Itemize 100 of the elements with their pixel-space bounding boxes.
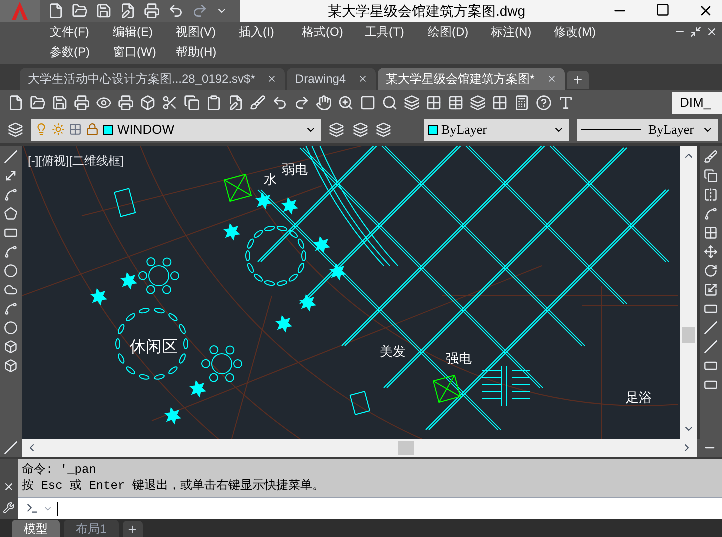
menu-item[interactable]: 工具(T) — [365, 23, 428, 41]
rectangle-icon[interactable] — [4, 226, 18, 240]
scale-icon[interactable] — [704, 283, 718, 297]
drawing-canvas[interactable]: [-][俯视][二维线框] 水 弱电 休闲区 美发 强电 足浴 — [22, 146, 680, 439]
copy-object-icon[interactable] — [704, 169, 718, 183]
array-icon[interactable] — [704, 226, 718, 240]
copy-icon[interactable] — [184, 95, 200, 111]
menu-item[interactable]: 编辑(E) — [113, 23, 176, 41]
wrench-icon[interactable] — [3, 502, 15, 514]
pan-hand-icon[interactable] — [316, 95, 332, 111]
document-tab[interactable]: Drawing4 — [287, 68, 376, 90]
undo-icon[interactable] — [272, 95, 288, 111]
lightbulb-icon — [35, 123, 48, 136]
plot-icon[interactable] — [118, 95, 134, 111]
save-as-icon[interactable] — [120, 3, 136, 19]
layout-tab[interactable]: 布局1 — [64, 520, 119, 537]
preview-icon[interactable] — [96, 95, 112, 111]
maximize-icon[interactable] — [656, 3, 670, 17]
match-properties-icon[interactable] — [250, 95, 266, 111]
lock-icon — [86, 123, 100, 136]
open-folder-icon[interactable] — [72, 3, 88, 19]
zoom-icon[interactable] — [338, 95, 354, 111]
line-icon[interactable] — [4, 150, 18, 164]
save-icon[interactable] — [52, 95, 68, 111]
cloud-icon[interactable] — [4, 283, 18, 297]
command-line: 命令: '_pan — [22, 462, 98, 478]
room-label: 弱电 — [282, 161, 308, 179]
layer-previous-icon[interactable] — [352, 122, 368, 138]
circle-icon[interactable] — [4, 264, 18, 278]
prompt-icon — [26, 502, 39, 515]
print-icon[interactable] — [74, 95, 90, 111]
horizontal-scrollbar[interactable] — [22, 439, 697, 457]
viewport-icon — [69, 123, 82, 136]
calculator-icon[interactable] — [514, 95, 530, 111]
menu-item[interactable]: 参数(P) — [50, 43, 113, 61]
menu-item[interactable]: 标注(N) — [491, 23, 554, 41]
viewport-label[interactable]: [-][俯视][二维线框] — [28, 152, 124, 170]
color-swatch-icon — [428, 124, 438, 134]
close-icon[interactable] — [358, 74, 368, 84]
room-label: 水 — [264, 171, 277, 189]
plus-icon — [572, 74, 584, 86]
undo-icon[interactable] — [168, 3, 184, 19]
room-label: 美发 — [380, 343, 406, 361]
linetype-dropdown[interactable]: ByLayer — [576, 118, 718, 140]
properties-icon[interactable] — [404, 95, 420, 111]
new-tab-button[interactable] — [566, 71, 589, 89]
open-folder-icon[interactable] — [30, 95, 46, 111]
scroll-thumb[interactable] — [398, 441, 414, 455]
scroll-thumb[interactable] — [682, 327, 695, 343]
room-label: 足浴 — [626, 389, 652, 407]
restore-icon[interactable] — [690, 26, 702, 38]
document-tab[interactable]: 大学生活动中心设计方案图...28_0192.sv$* — [20, 68, 286, 90]
document-tab[interactable]: 某大学星级会馆建筑方案图* — [378, 68, 565, 90]
move-icon[interactable] — [704, 245, 718, 259]
style-field[interactable]: DIM_ — [672, 92, 722, 114]
polygon-icon[interactable] — [4, 207, 18, 221]
menu-item[interactable]: 绘图(D) — [428, 23, 491, 41]
new-file-icon[interactable] — [48, 3, 64, 19]
redo-icon[interactable] — [294, 95, 310, 111]
plus-icon — [127, 524, 138, 534]
layer-stack-icon[interactable] — [329, 122, 345, 138]
menu-item[interactable]: 修改(M) — [554, 23, 617, 41]
color-swatch-icon — [103, 124, 114, 134]
layer-state-icon[interactable] — [376, 122, 392, 138]
rotate-icon[interactable] — [704, 264, 718, 278]
print-icon[interactable] — [144, 3, 160, 19]
tab-label: Drawing4 — [295, 71, 346, 88]
menu-item[interactable]: 帮助(H) — [176, 43, 239, 61]
vertical-scrollbar[interactable] — [680, 146, 697, 439]
cut-icon[interactable] — [162, 95, 178, 111]
room-label: 休闲区 — [130, 338, 178, 358]
tab-label: 某大学星级会馆建筑方案图* — [386, 71, 535, 88]
menu-item[interactable]: 格式(O) — [302, 23, 365, 41]
paste-icon[interactable] — [206, 95, 222, 111]
window-title: 某大学星级会馆建筑方案图.dwg — [328, 2, 526, 21]
sun-icon — [52, 123, 66, 136]
sheet-set-icon[interactable] — [470, 95, 486, 111]
layer-dropdown[interactable]: WINDOW — [31, 118, 322, 140]
close-icon[interactable] — [267, 74, 278, 84]
menu-item[interactable]: 插入(I) — [239, 23, 302, 41]
close-icon[interactable] — [3, 481, 15, 493]
menu-item[interactable]: 文件(F) — [50, 23, 113, 41]
new-file-icon[interactable] — [8, 95, 24, 111]
room-label: 强电 — [446, 350, 472, 368]
mirror-icon[interactable] — [704, 188, 718, 202]
redo-icon[interactable] — [192, 3, 208, 19]
text-style-icon[interactable] — [558, 95, 574, 111]
help-icon[interactable] — [536, 95, 552, 111]
color-dropdown[interactable]: ByLayer — [424, 118, 569, 140]
cube-icon[interactable] — [140, 95, 156, 111]
menu-item[interactable]: 窗口(W) — [113, 43, 176, 61]
command-input[interactable] — [18, 497, 722, 519]
ray-icon[interactable] — [4, 169, 18, 183]
save-icon[interactable] — [96, 3, 112, 19]
layout-tab[interactable]: 模型 — [12, 520, 60, 537]
add-layout-button[interactable] — [122, 521, 143, 537]
layer-properties-icon[interactable] — [8, 122, 24, 138]
close-icon[interactable] — [706, 26, 718, 38]
tab-label: 大学生活动中心设计方案图...28_0192.sv$* — [28, 71, 256, 88]
menu-item[interactable]: 视图(V) — [176, 23, 239, 41]
